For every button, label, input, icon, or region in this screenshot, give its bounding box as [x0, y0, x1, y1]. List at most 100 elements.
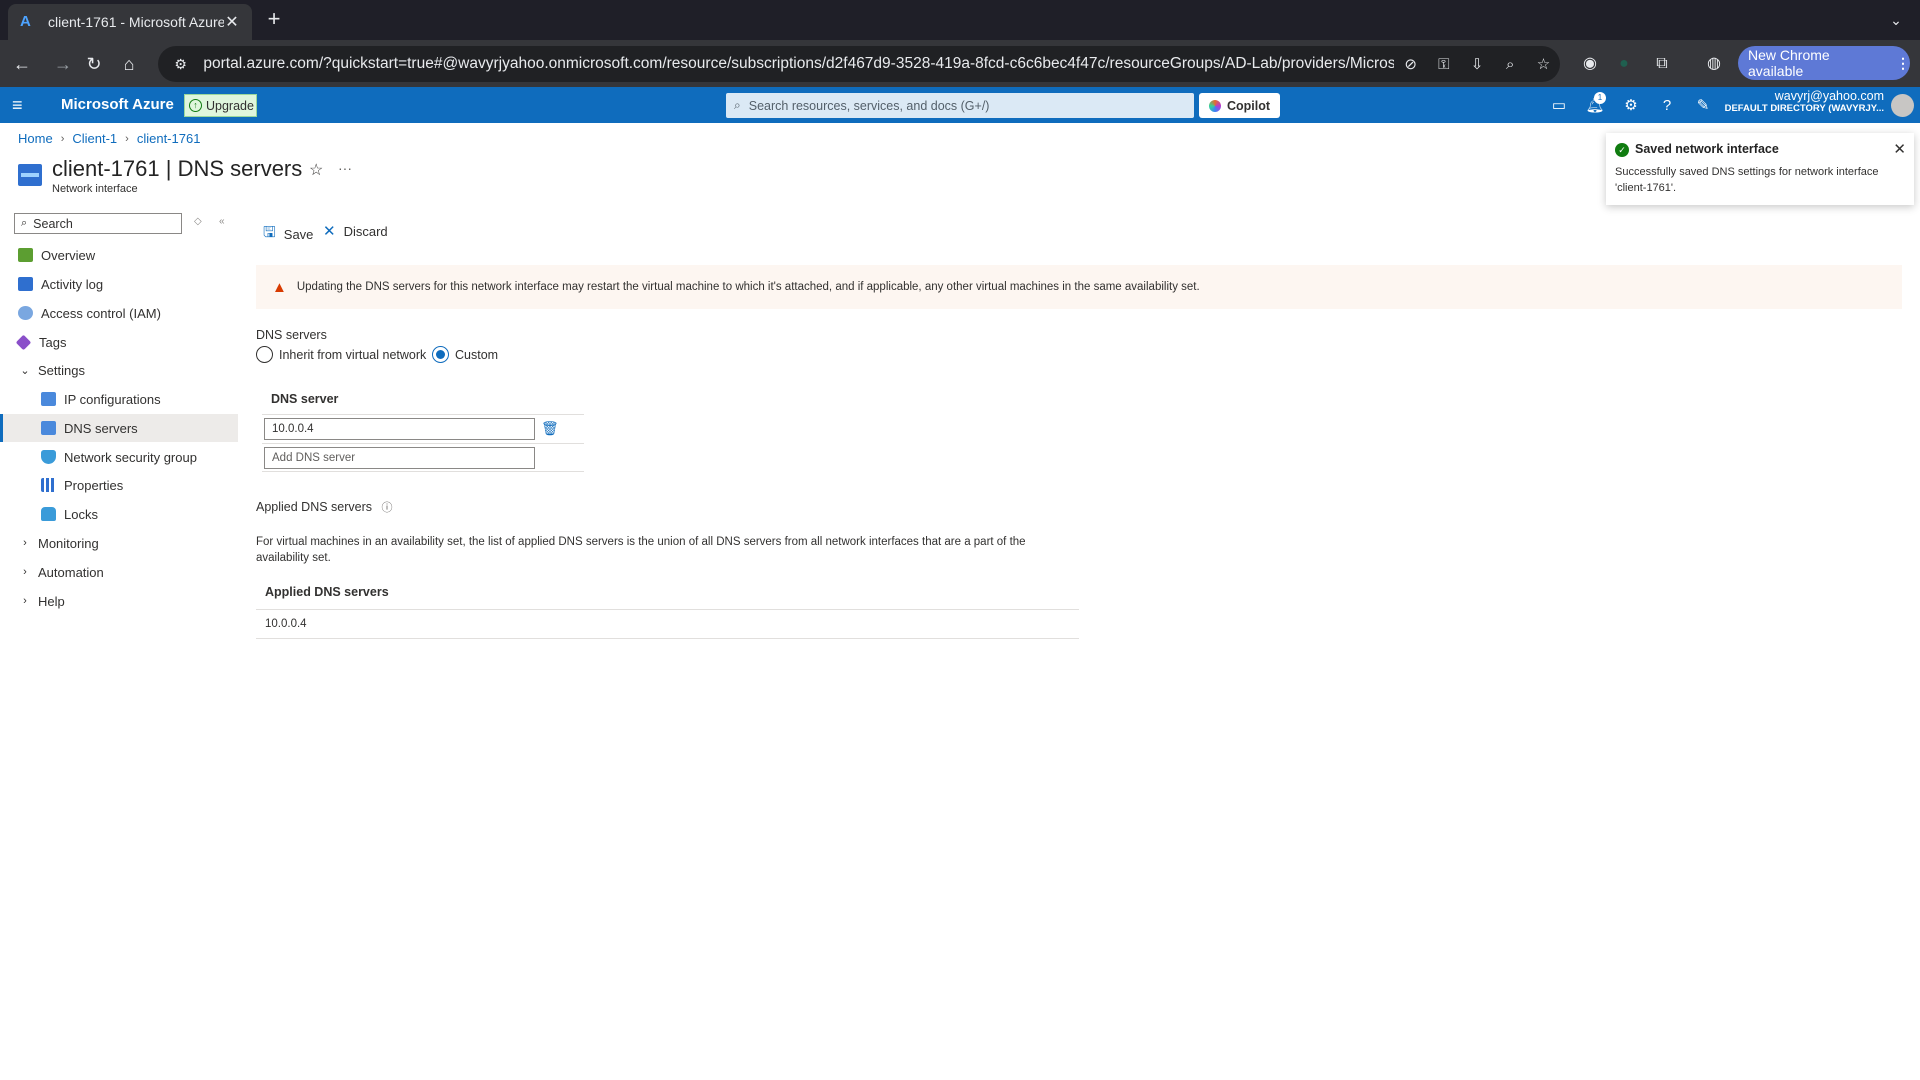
sidebar-item-ip-configurations[interactable]: IP configurations — [0, 385, 238, 413]
sidebar-item-label: Monitoring — [38, 535, 99, 551]
avatar[interactable] — [1891, 94, 1914, 117]
warning-text: Updating the DNS servers for this networ… — [296, 281, 1200, 293]
sidebar-group-automation[interactable]: › Automation — [0, 558, 238, 586]
breadcrumb-home[interactable]: Home — [18, 131, 53, 146]
sidebar-item-overview[interactable]: Overview — [0, 241, 238, 269]
zoom-icon[interactable]: ⌕ — [1494, 56, 1527, 73]
close-icon[interactable]: ✕ — [1893, 140, 1906, 158]
portal-menu-icon[interactable]: ≡ — [12, 95, 32, 115]
table-row: 10.0.0.4 — [265, 618, 307, 630]
sidebar-item-network-security-group[interactable]: Network security group — [0, 443, 238, 471]
extension-icon[interactable]: ● — [1610, 50, 1638, 78]
sidebar-item-access-control[interactable]: Access control (IAM) — [0, 299, 238, 327]
sidebar-item-activity-log[interactable]: Activity log — [0, 270, 238, 298]
sidebar-search-input[interactable]: ⌕ Search — [14, 213, 182, 234]
chevron-right-icon: › — [23, 566, 27, 578]
breadcrumb-client-1[interactable]: Client-1 — [72, 131, 117, 146]
radio-custom[interactable]: Custom — [432, 346, 498, 363]
delete-trash-icon[interactable]: 🗑︎ — [541, 420, 559, 437]
save-label: Save — [283, 227, 314, 242]
new-tab-icon[interactable]: + — [262, 8, 286, 32]
applied-dns-description: For virtual machines in an availability … — [256, 536, 1026, 564]
sidebar-item-label: Properties — [64, 477, 124, 493]
browser-tab-bar: A client-1761 - Microsoft Azure ✕ + ⌄ — [0, 0, 1920, 40]
divider — [256, 638, 1079, 639]
brand-name[interactable]: Microsoft Azure — [61, 96, 174, 113]
global-search-input[interactable]: ⌕ Search resources, services, and docs (… — [726, 93, 1194, 118]
page-subtitle: Network interface — [52, 183, 138, 195]
address-bar[interactable]: ⚙ portal.azure.com/?quickstart=true#@wav… — [158, 46, 1560, 82]
radio-inherit-circle[interactable] — [256, 346, 273, 363]
radio-custom-circle[interactable] — [432, 346, 449, 363]
bookmark-star-icon[interactable]: ☆ — [1527, 55, 1560, 73]
settings-gear-icon[interactable]: ⚙ — [1620, 95, 1642, 117]
more-options-icon[interactable]: ··· — [338, 160, 352, 176]
divider — [262, 414, 584, 415]
copilot-button[interactable]: Copilot — [1199, 93, 1280, 118]
sidebar-item-dns-servers[interactable]: DNS servers — [0, 414, 238, 442]
sidebar-item-label: Network security group — [64, 449, 197, 465]
breadcrumb: Home › Client-1 › client-1761 — [18, 131, 200, 146]
back-icon[interactable]: ← — [8, 50, 36, 78]
account-info[interactable]: wavyrj@yahoo.com DEFAULT DIRECTORY (WAVY… — [1725, 89, 1884, 114]
tab-search-icon[interactable]: ⌄ — [1884, 8, 1908, 32]
sidebar-group-help[interactable]: › Help — [0, 587, 238, 615]
sidebar-item-label: IP configurations — [64, 391, 161, 407]
extensions-puzzle-icon[interactable]: ⧉ — [1648, 50, 1676, 78]
sidebar-item-tags[interactable]: Tags — [0, 328, 238, 356]
account-email: wavyrj@yahoo.com — [1774, 89, 1884, 103]
ip-configurations-icon — [41, 392, 56, 406]
search-icon: ⌕ — [734, 98, 741, 112]
radio-inherit[interactable]: Inherit from virtual network — [256, 346, 426, 363]
applied-dns-column-header: Applied DNS servers — [265, 585, 389, 599]
browser-tab[interactable]: A client-1761 - Microsoft Azure ✕ — [8, 4, 252, 40]
network-interface-icon — [18, 164, 42, 186]
upgrade-label: Upgrade — [206, 98, 254, 113]
grammarly-extension-icon[interactable]: ◉ — [1576, 50, 1604, 78]
forward-icon[interactable]: → — [49, 50, 77, 78]
sidebar-item-label: Locks — [64, 506, 98, 522]
sidebar-search-placeholder: Search — [33, 216, 73, 231]
breadcrumb-client-1761[interactable]: client-1761 — [137, 131, 201, 146]
cloud-shell-icon[interactable]: ▭ — [1548, 95, 1570, 117]
close-tab-icon[interactable]: ✕ — [224, 12, 240, 32]
sidebar-item-label: Help — [38, 593, 65, 609]
lock-icon — [41, 507, 56, 521]
upgrade-arrow-icon: ↑ — [189, 99, 202, 112]
tab-title: client-1761 - Microsoft Azure — [48, 14, 224, 30]
dns-server-input[interactable]: 10.0.0.4 — [264, 418, 535, 440]
upgrade-button[interactable]: ↑ Upgrade — [184, 94, 257, 117]
discard-label: Discard — [343, 223, 388, 239]
sidebar-item-label: Access control (IAM) — [41, 305, 161, 321]
help-icon[interactable]: ? — [1656, 95, 1678, 117]
add-dns-server-input[interactable]: Add DNS server — [264, 447, 535, 469]
sidebar-item-locks[interactable]: Locks — [0, 500, 238, 528]
info-icon[interactable]: ⓘ — [382, 502, 393, 514]
favorite-star-icon[interactable]: ☆ — [309, 160, 323, 180]
expand-collapse-icon[interactable]: ◇ — [194, 216, 202, 227]
sidebar-group-monitoring[interactable]: › Monitoring — [0, 529, 238, 557]
copilot-icon — [1209, 99, 1221, 112]
chevron-right-icon: › — [60, 132, 65, 145]
site-info-icon[interactable]: ⚙ — [168, 56, 193, 73]
save-button[interactable]: 🖫︎ Save — [263, 222, 313, 247]
radio-inherit-label: Inherit from virtual network — [279, 347, 427, 362]
install-app-icon[interactable]: ⇩ — [1460, 55, 1493, 73]
sidebar-group-settings[interactable]: ⌄ Settings — [0, 356, 238, 384]
saved-notification-toast: ✓ Saved network interface ✕ Successfully… — [1606, 133, 1914, 205]
reload-icon[interactable]: ↻ — [80, 50, 108, 78]
discard-button[interactable]: ✕ Discard — [323, 222, 388, 240]
notification-count-badge: 1 — [1594, 92, 1606, 104]
home-icon[interactable]: ⌂ — [115, 50, 143, 78]
new-chrome-available-button[interactable]: New Chrome available ⋮ — [1738, 46, 1910, 80]
password-key-icon[interactable]: ⚿ — [1427, 56, 1460, 73]
collapse-sidebar-icon[interactable]: « — [219, 216, 225, 227]
sidebar-item-properties[interactable]: Properties — [0, 471, 238, 499]
dns-servers-icon — [41, 421, 56, 435]
page-title: client-1761 | DNS servers — [52, 156, 303, 181]
profile-avatar-icon[interactable]: ◍ — [1700, 50, 1728, 78]
tracking-icon[interactable]: ⊘ — [1394, 55, 1427, 73]
feedback-icon[interactable]: ✎ — [1692, 95, 1714, 117]
url-text[interactable]: portal.azure.com/?quickstart=true#@wavyr… — [203, 55, 1394, 73]
divider — [262, 443, 584, 444]
